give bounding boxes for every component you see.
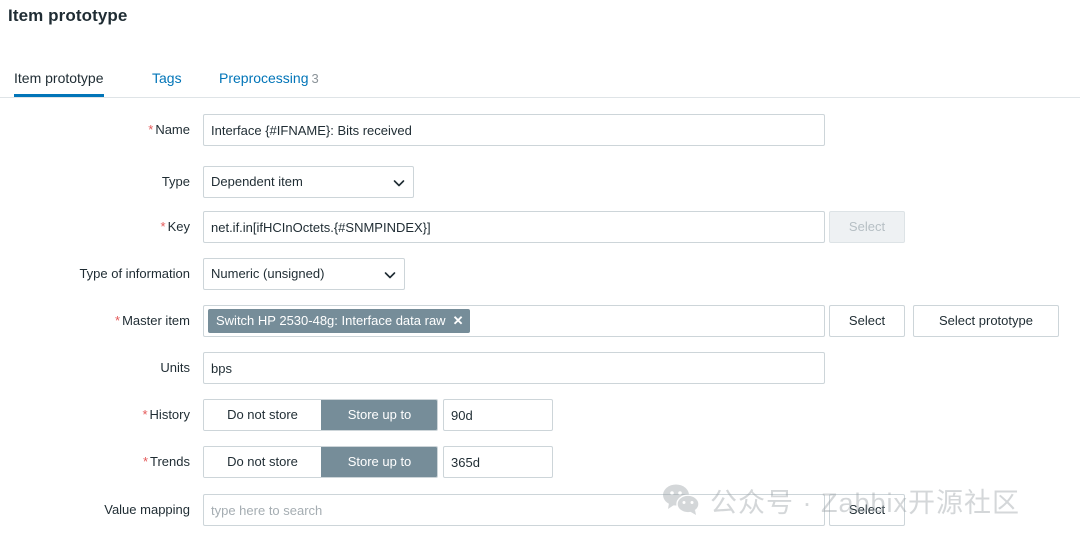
label-history: * History bbox=[142, 407, 190, 422]
label-type-of-information: Type of information bbox=[79, 266, 190, 281]
key-select-button[interactable]: Select bbox=[829, 211, 905, 243]
units-input[interactable] bbox=[203, 352, 825, 384]
master-item-chip-label: Switch HP 2530-48g: Interface data raw bbox=[216, 313, 446, 328]
field-row-type: Type Dependent item bbox=[0, 166, 1080, 198]
field-row-trends: * Trends Do not store Store up to bbox=[0, 446, 1080, 478]
required-asterisk: * bbox=[160, 219, 166, 234]
type-select[interactable]: Dependent item bbox=[203, 166, 414, 198]
tab-tags-label: Tags bbox=[152, 70, 182, 86]
value-mapping-select-button[interactable]: Select bbox=[829, 494, 905, 526]
page-title: Item prototype bbox=[8, 6, 128, 25]
required-asterisk: * bbox=[115, 313, 121, 328]
field-row-units: Units bbox=[0, 352, 1080, 384]
label-type: Type bbox=[161, 174, 190, 189]
tab-item-prototype[interactable]: Item prototype bbox=[14, 62, 104, 97]
trends-option-store-up-to[interactable]: Store up to bbox=[321, 447, 437, 477]
chevron-down-icon bbox=[393, 177, 405, 188]
required-asterisk: * bbox=[142, 407, 148, 422]
history-value-input[interactable] bbox=[443, 399, 553, 431]
field-row-key: *Key Select bbox=[0, 211, 1080, 243]
master-item-multiselect[interactable]: Switch HP 2530-48g: Interface data raw ✕ bbox=[203, 305, 825, 337]
master-item-select-button[interactable]: Select bbox=[829, 305, 905, 337]
key-input[interactable] bbox=[203, 211, 825, 243]
label-trends: * Trends bbox=[142, 454, 190, 469]
history-toggle[interactable]: Do not store Store up to bbox=[203, 399, 438, 431]
chevron-down-icon bbox=[384, 269, 396, 280]
required-asterisk: * bbox=[142, 454, 149, 469]
name-input[interactable] bbox=[203, 114, 825, 146]
field-row-name: * Name bbox=[0, 114, 1080, 146]
trends-toggle[interactable]: Do not store Store up to bbox=[203, 446, 438, 478]
label-key: * Key bbox=[160, 219, 190, 234]
master-item-select-prototype-button[interactable]: Select prototype bbox=[913, 305, 1059, 337]
tab-preprocessing[interactable]: Preprocessing 3 bbox=[219, 62, 319, 97]
type-of-information-select[interactable]: Numeric (unsigned) bbox=[203, 258, 405, 290]
label-name: * Name bbox=[148, 122, 190, 137]
close-icon[interactable]: ✕ bbox=[453, 309, 464, 333]
trends-option-do-not-store[interactable]: Do not store bbox=[204, 447, 321, 477]
field-row-type-of-information: Type of information Numeric (unsigned) bbox=[0, 258, 1080, 290]
label-units: Units bbox=[160, 360, 190, 375]
label-value-mapping: Value mapping bbox=[104, 502, 190, 517]
field-row-value-mapping: Value mapping Select bbox=[0, 494, 1080, 526]
field-row-master-item: * Master item Switch HP 2530-48g: Interfa… bbox=[0, 305, 1080, 337]
value-mapping-input[interactable] bbox=[203, 494, 825, 526]
type-select-value: Dependent item bbox=[211, 174, 303, 189]
master-item-chip: Switch HP 2530-48g: Interface data raw ✕ bbox=[208, 309, 471, 333]
label-master-item: * Master item bbox=[115, 313, 190, 328]
type-of-information-value: Numeric (unsigned) bbox=[211, 266, 325, 281]
tab-tags[interactable]: Tags bbox=[152, 62, 182, 97]
history-option-do-not-store[interactable]: Do not store bbox=[204, 400, 321, 430]
history-option-store-up-to[interactable]: Store up to bbox=[321, 400, 437, 430]
tab-preprocessing-count: 3 bbox=[311, 71, 319, 86]
required-asterisk: * bbox=[148, 122, 154, 137]
trends-value-input[interactable] bbox=[443, 446, 553, 478]
tab-item-prototype-label: Item prototype bbox=[14, 70, 104, 86]
tab-preprocessing-label: Preprocessing bbox=[219, 70, 309, 86]
field-row-history: * History Do not store Store up to bbox=[0, 399, 1080, 431]
tab-bar: Item prototype Tags Preprocessing 3 bbox=[0, 62, 1080, 98]
